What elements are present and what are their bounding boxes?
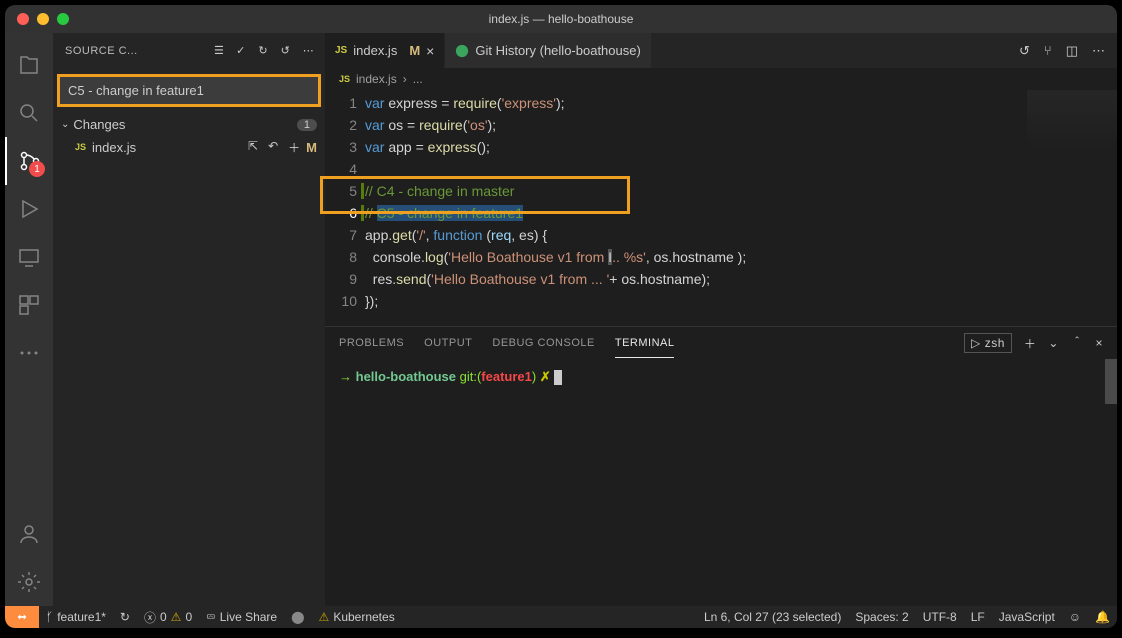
js-file-icon: JS [339,74,350,84]
close-panel-icon[interactable]: × [1095,336,1103,350]
sidebar-title: SOURCE C... [65,45,214,57]
terminal-body[interactable]: → hello-boathouse git:(feature1) ✗ [325,359,1117,606]
quokka-status[interactable]: ⬤ [284,606,311,628]
changed-file-item[interactable]: JS index.js ⇱ ↶ ＋ M [53,136,325,158]
commit-message-input[interactable] [60,77,318,104]
zoom-window[interactable] [57,13,69,25]
terminal-dropdown-icon[interactable]: ⌄ [1048,336,1059,350]
js-file-icon: JS [75,142,86,152]
changes-header[interactable]: ⌄ Changes 1 [53,113,325,136]
remote-indicator[interactable] [5,606,39,628]
new-terminal-icon[interactable]: ＋ [1024,335,1037,352]
breadcrumb-sep: › [403,72,407,86]
tab-label: Git History (hello-boathouse) [475,43,640,58]
discard-icon[interactable]: ↶ [268,139,278,156]
settings-icon[interactable] [5,558,53,606]
status-bar: ᚶfeature1* ↻ ⓧ0⚠0 ⮹Live Share ⬤ ⚠Kuberne… [5,606,1117,628]
maximize-panel-icon[interactable]: ＾ [1071,335,1084,352]
vscode-window: index.js — hello-boathouse 1 SOURCE C...… [5,5,1117,628]
language-status[interactable]: JavaScript [992,610,1062,624]
problems-status[interactable]: ⓧ0⚠0 [137,606,199,628]
liveshare-status[interactable]: ⮹Live Share [199,606,284,628]
code-editor[interactable]: 1 2 3 4 5 6 7 8 9 10 var express = requi… [325,90,1117,326]
stage-icon[interactable]: ＋ [288,139,300,156]
terminal-cursor [554,370,562,385]
sync-status[interactable]: ↻ [113,606,137,628]
close-tab-icon[interactable]: × [426,43,434,59]
account-icon[interactable] [5,510,53,558]
tab-debug-console[interactable]: DEBUG CONSOLE [492,329,594,357]
scm-icon[interactable]: 1 [5,137,53,185]
editor-tabs: JS index.js M × Git History (hello-boath… [325,33,1117,68]
window-title: index.js — hello-boathouse [489,12,634,26]
js-file-icon: JS [335,45,347,56]
activity-bar: 1 [5,33,53,606]
close-window[interactable] [17,13,29,25]
tab-label: index.js [353,43,397,58]
tab-output[interactable]: OUTPUT [424,329,472,357]
commit-message-highlight [57,74,321,107]
view-as-tree-icon[interactable]: ☰ [214,44,224,57]
minimap[interactable] [1027,90,1117,290]
git-history-icon [455,44,469,58]
tab-modified-badge: M [409,43,420,58]
sidebar: SOURCE C... ☰ ✓ ↻ ↺ ⋯ ⌄ Changes 1 JS ind… [53,33,325,606]
indentation-status[interactable]: Spaces: 2 [848,610,915,624]
refresh-icon[interactable]: ↻ [258,44,268,57]
commit-icon[interactable]: ✓ [236,44,246,57]
tab-index-js[interactable]: JS index.js M × [325,33,445,68]
tab-problems[interactable]: PROBLEMS [339,329,404,357]
encoding-status[interactable]: UTF-8 [916,610,964,624]
search-icon[interactable] [5,89,53,137]
cursor-position[interactable]: Ln 6, Col 27 (23 selected) [697,610,848,624]
chevron-down-icon: ⌄ [61,119,69,130]
titlebar: index.js — hello-boathouse [5,5,1117,33]
more-actions-icon[interactable]: ⋯ [303,44,313,57]
explorer-icon[interactable] [5,41,53,89]
eol-status[interactable]: LF [964,610,992,624]
terminal-shell-selector[interactable]: ▷zsh [964,333,1012,353]
feedback-icon[interactable]: ☺ [1062,610,1088,624]
remote-explorer-icon[interactable] [5,233,53,281]
tab-terminal[interactable]: TERMINAL [615,329,675,358]
minimize-window[interactable] [37,13,49,25]
undo-icon[interactable]: ↺ [281,44,291,57]
sidebar-header: SOURCE C... ☰ ✓ ↻ ↺ ⋯ [53,33,325,68]
editor-area: JS index.js M × Git History (hello-boath… [325,33,1117,606]
terminal-scrollbar[interactable] [1105,359,1117,404]
file-name: index.js [92,140,248,155]
gutter: 1 2 3 4 5 6 7 8 9 10 [325,90,365,326]
split-editor-icon[interactable]: ◫ [1066,43,1078,59]
changes-label: Changes [73,117,125,132]
breadcrumb-file: index.js [356,72,397,86]
breadcrumb-rest: ... [413,72,423,86]
compare-icon[interactable]: ⑂ [1044,43,1052,58]
window-controls [5,13,69,25]
app-body: 1 SOURCE C... ☰ ✓ ↻ ↺ ⋯ [5,33,1117,606]
branch-status[interactable]: ᚶfeature1* [39,606,113,628]
breadcrumb[interactable]: JS index.js › ... [325,68,1117,90]
code-content[interactable]: var express = require('express'); var os… [365,90,1117,326]
modified-badge: M [306,140,317,155]
debug-icon[interactable] [5,185,53,233]
notifications-icon[interactable]: 🔔 [1088,610,1117,624]
more-tab-actions-icon[interactable]: ⋯ [1092,43,1105,59]
changes-count: 1 [297,119,317,131]
open-file-icon[interactable]: ⇱ [248,139,258,156]
scm-badge: 1 [29,161,45,177]
kubernetes-status[interactable]: ⚠Kubernetes [312,606,402,628]
bottom-panel: PROBLEMS OUTPUT DEBUG CONSOLE TERMINAL ▷… [325,326,1117,606]
panel-tabs: PROBLEMS OUTPUT DEBUG CONSOLE TERMINAL ▷… [325,327,1117,359]
tab-git-history[interactable]: Git History (hello-boathouse) [445,33,651,68]
extensions-icon[interactable] [5,281,53,329]
go-back-icon[interactable]: ↺ [1019,43,1030,59]
more-icon[interactable] [5,329,53,377]
